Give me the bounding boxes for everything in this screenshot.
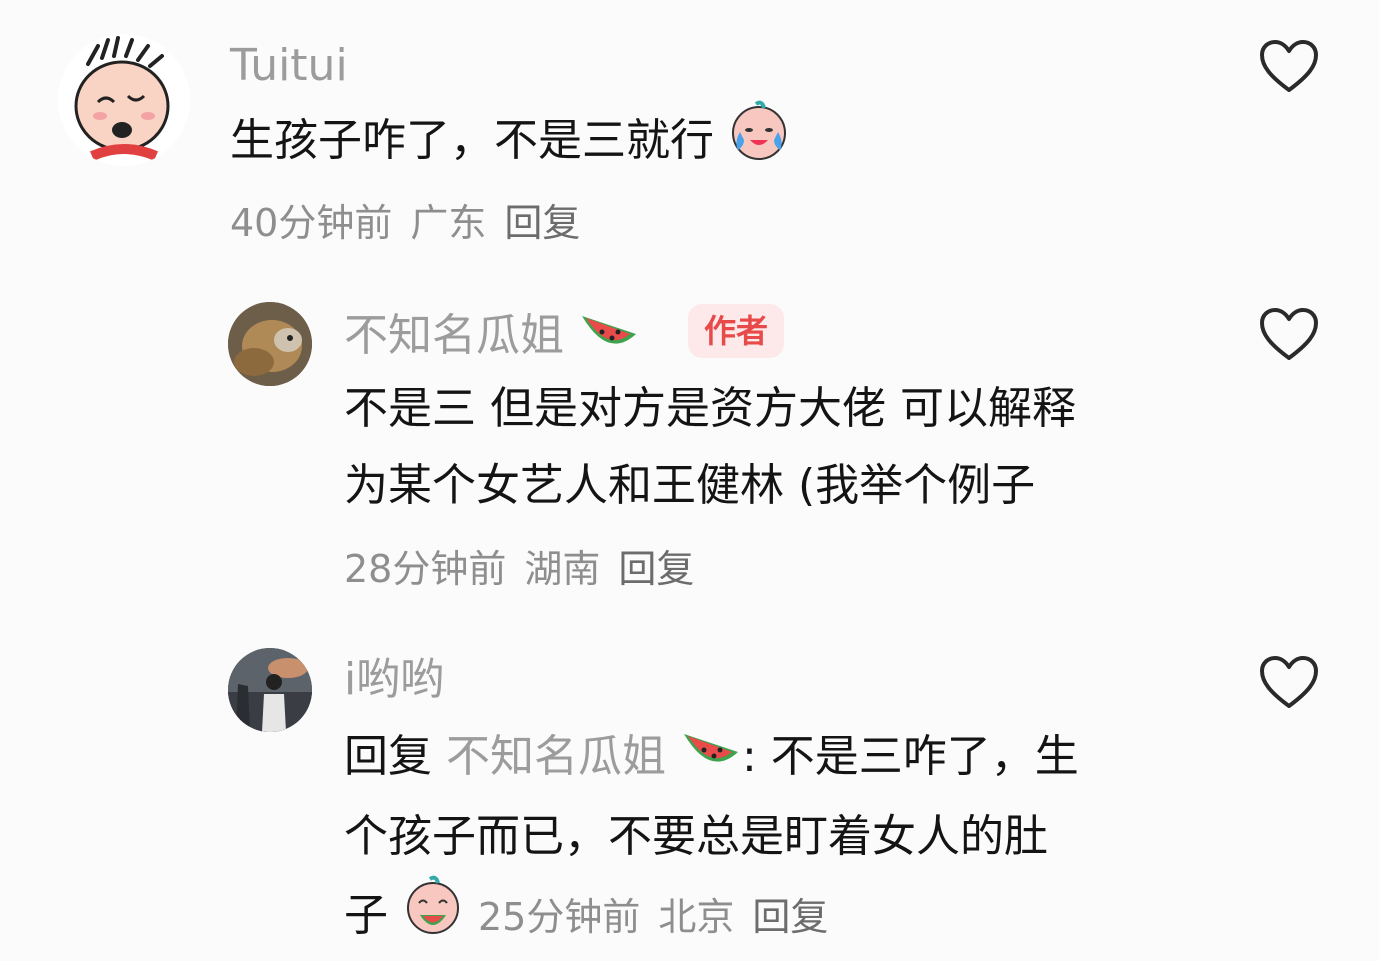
comment-meta: 25分钟前 北京 回复 xyxy=(478,895,828,939)
comment-text: 不是三 但是对方是资方大佬 可以解释 为某个女艺人和王健林 (我举个例子 xyxy=(344,370,1076,524)
location: 北京 xyxy=(658,894,735,939)
comment-meta: 28分钟前 湖南 回复 xyxy=(344,546,712,592)
comment-text: 生孩子咋了，不是三就行 xyxy=(230,100,790,186)
location: 湖南 xyxy=(524,547,601,591)
timestamp: 40分钟前 xyxy=(230,201,393,245)
comment-meta: 40分钟前 广东 回复 xyxy=(230,200,598,246)
location: 广东 xyxy=(410,201,487,245)
comment-text-line-3-start: 子 xyxy=(344,889,388,941)
comment-text-line-3: 子 25分钟前 北京 回复 xyxy=(344,875,1079,961)
reply-target-username[interactable]: 不知名瓜姐 xyxy=(446,731,666,782)
comment-text: 回复 不知名瓜姐 : 不是三咋了，生 个孩子而已，不要总是盯着女人的肚 子 25… xyxy=(344,718,1079,961)
comment-text-line-2: 个孩子而已，不要总是盯着女人的肚 xyxy=(344,810,1048,862)
reply-prefix: 回复 xyxy=(344,731,432,782)
comment-2: 不知名瓜姐 作者 不是三 但是对方是资方大佬 可以解释 为某个女艺人和王健林 (… xyxy=(0,290,1379,610)
comment-text-line-1-rest: : 不是三咋了，生 xyxy=(742,731,1079,782)
username-text: 不知名瓜姐 xyxy=(344,310,564,361)
author-badge: 作者 xyxy=(688,304,785,358)
watermelon-emoji-icon xyxy=(680,721,742,798)
comment-3: i哟哟 回复 不知名瓜姐 : 不是三咋了，生 个孩子而已，不要总是盯着女人的肚 … xyxy=(0,640,1379,946)
eating-watermelon-emoji-icon xyxy=(402,875,464,961)
avatar[interactable] xyxy=(228,648,312,732)
reply-button[interactable]: 回复 xyxy=(618,547,694,591)
comment-text-line-1: 不是三 但是对方是资方大佬 可以解释 xyxy=(344,383,1076,434)
avatar[interactable] xyxy=(58,34,190,166)
username[interactable]: 不知名瓜姐 xyxy=(344,308,640,368)
comment-text-line-1: 回复 不知名瓜姐 : 不是三咋了，生 xyxy=(344,718,1079,798)
reply-button[interactable]: 回复 xyxy=(752,895,828,939)
avatar[interactable] xyxy=(228,302,312,386)
timestamp: 28分钟前 xyxy=(344,547,507,591)
comment-text-body: 生孩子咋了，不是三就行 xyxy=(230,115,714,166)
crying-face-emoji-icon xyxy=(728,100,790,186)
reply-button[interactable]: 回复 xyxy=(504,201,580,245)
watermelon-emoji-icon xyxy=(578,308,640,368)
username[interactable]: Tuitui xyxy=(230,40,348,92)
username[interactable]: i哟哟 xyxy=(344,654,444,706)
comment-text-line-2: 为某个女艺人和王健林 (我举个例子 xyxy=(344,460,1036,511)
heart-outline-icon[interactable] xyxy=(1258,38,1320,94)
heart-outline-icon[interactable] xyxy=(1258,306,1320,362)
comment-1: Tuitui 生孩子咋了，不是三就行 40分钟前 广东 回复 xyxy=(0,0,1379,260)
heart-outline-icon[interactable] xyxy=(1258,654,1320,710)
timestamp: 25分钟前 xyxy=(478,894,641,939)
